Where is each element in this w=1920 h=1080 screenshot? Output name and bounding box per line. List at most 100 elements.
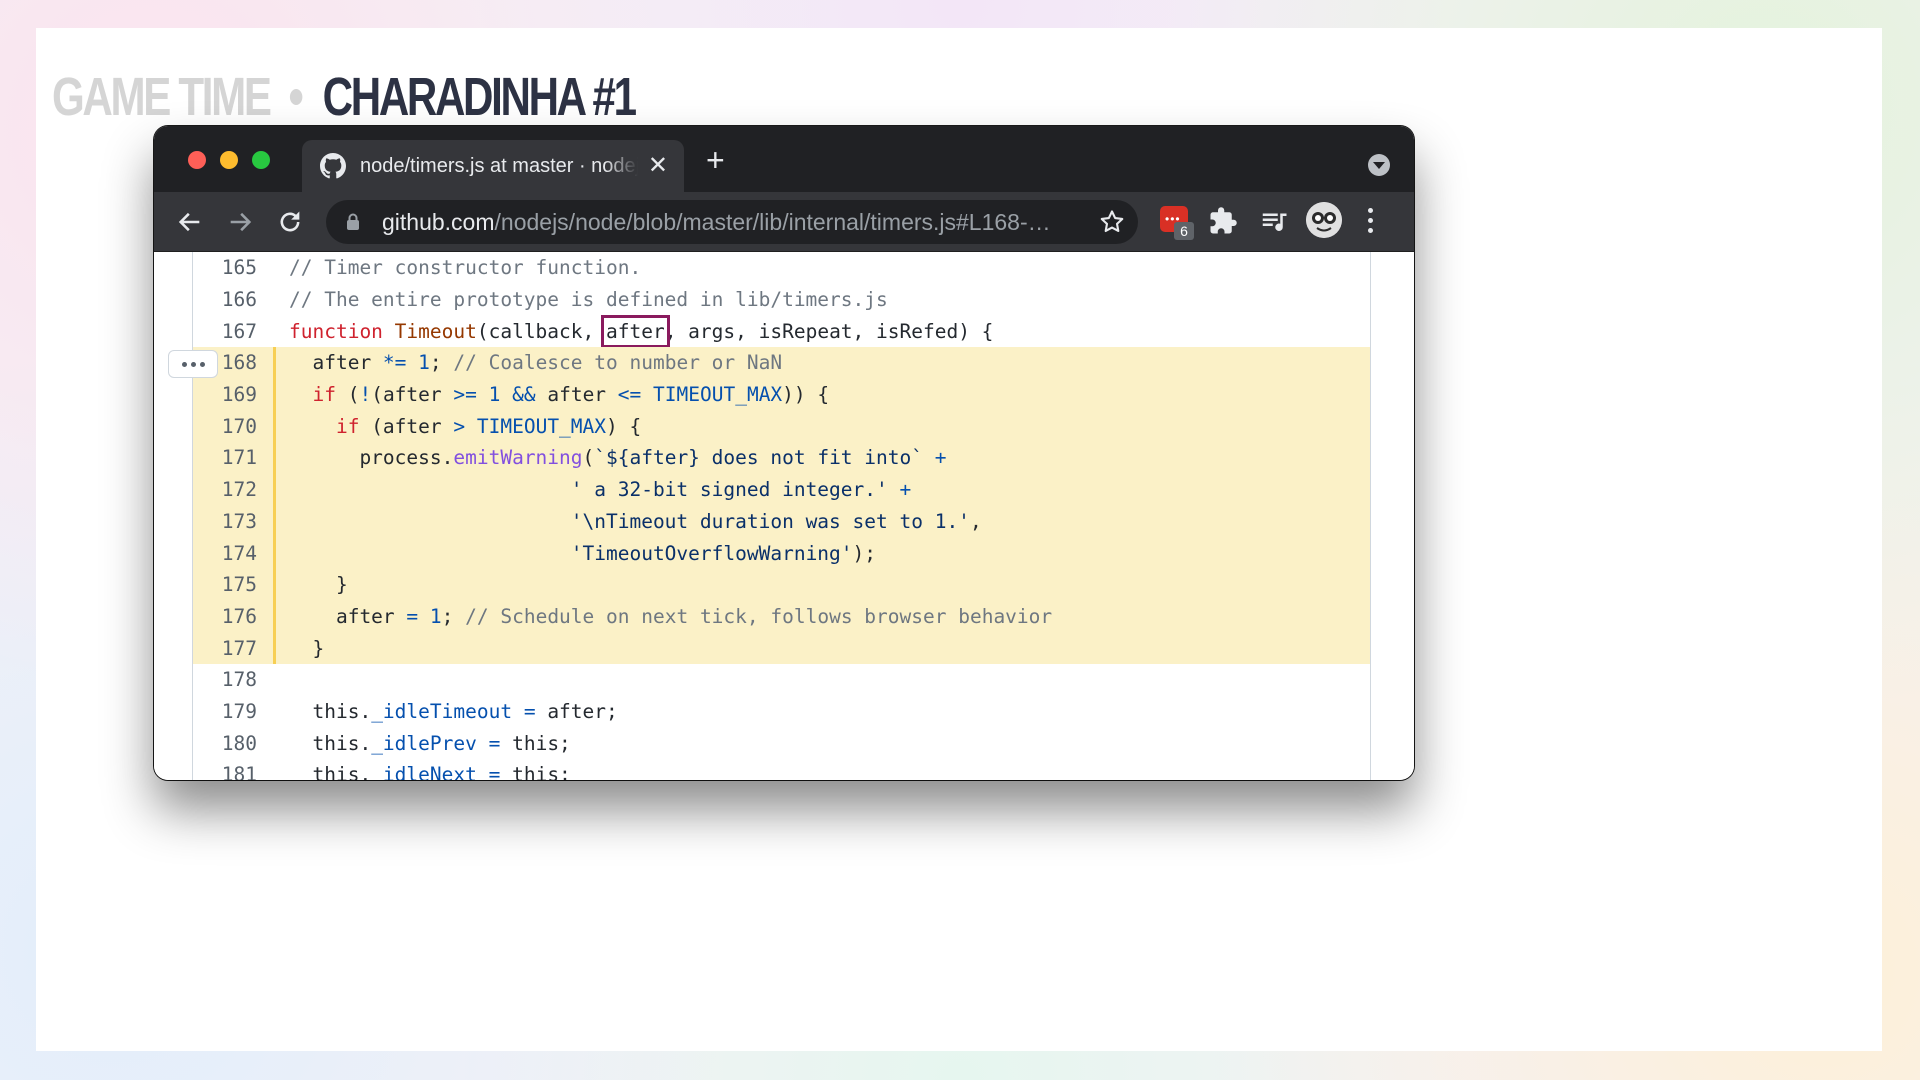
- line-number[interactable]: 180: [193, 732, 257, 755]
- code-token: TIMEOUT_MAX: [476, 414, 607, 438]
- profile-avatar[interactable]: [1306, 202, 1342, 238]
- media-queue-icon[interactable]: [1258, 206, 1290, 241]
- line-number[interactable]: 167: [193, 320, 257, 343]
- code-text: // The entire prototype is defined in li…: [289, 288, 888, 311]
- code-token: );: [852, 541, 877, 565]
- code-token: }: [289, 573, 348, 597]
- close-tab-icon[interactable]: ✕: [648, 154, 668, 178]
- code-token: 1: [418, 351, 430, 375]
- code-token: this;: [500, 763, 571, 780]
- code-token: ;: [441, 604, 466, 628]
- extensions-puzzle-icon[interactable]: [1208, 206, 1238, 241]
- close-window-button[interactable]: [188, 151, 206, 169]
- code-text: this._idlePrev = this;: [289, 731, 571, 755]
- code-text: 'TimeoutOverflowWarning');: [289, 542, 876, 565]
- title-separator-dot: [289, 89, 303, 105]
- code-text: }: [289, 573, 348, 596]
- new-tab-button[interactable]: +: [706, 144, 725, 176]
- browser-toolbar: github.com/nodejs/node/blob/master/lib/i…: [154, 192, 1414, 252]
- line-number[interactable]: 169: [193, 383, 257, 406]
- code-token: &&: [512, 383, 536, 407]
- code-token: (after: [359, 414, 454, 438]
- code-token: // Timer constructor function.: [289, 256, 642, 280]
- code-token: (after: [371, 383, 454, 407]
- url-host: github.com: [382, 208, 495, 235]
- line-actions-button[interactable]: [168, 350, 218, 378]
- line-number[interactable]: 174: [193, 542, 257, 565]
- reload-button[interactable]: [272, 204, 308, 240]
- code-text: after = 1; // Schedule on next tick, fol…: [289, 605, 1052, 628]
- code-token: 'TimeoutOverflowWarning': [570, 541, 853, 565]
- code-text: if (after > TIMEOUT_MAX) {: [289, 415, 641, 438]
- lock-icon[interactable]: [346, 213, 360, 231]
- code-text: this._idleNext = this;: [289, 763, 571, 780]
- line-number[interactable]: 181: [193, 763, 257, 780]
- code-token: // Schedule on next tick, follows browse…: [465, 604, 1053, 628]
- forward-button[interactable]: [222, 204, 258, 240]
- code-text: }: [289, 637, 324, 660]
- line-number[interactable]: 176: [193, 605, 257, 628]
- code-line: 175 }: [193, 568, 1370, 601]
- minimize-window-button[interactable]: [220, 151, 238, 169]
- line-number[interactable]: 178: [193, 668, 257, 691]
- code-token: <=: [617, 383, 642, 407]
- code-token: // The entire prototype is defined in li…: [289, 288, 888, 312]
- line-number[interactable]: 173: [193, 510, 257, 533]
- code-token: >: [453, 414, 466, 438]
- code-token: ;: [429, 351, 454, 375]
- maximize-window-button[interactable]: [252, 151, 270, 169]
- code-token: (: [582, 446, 595, 470]
- code-token: emitWarning: [453, 446, 583, 470]
- code-line: 173 '\nTimeout duration was set to 1.',: [193, 505, 1370, 538]
- line-number[interactable]: 172: [193, 478, 257, 501]
- code-token: >=: [453, 383, 477, 407]
- line-number[interactable]: 165: [193, 256, 257, 279]
- code-text: this._idleTimeout = after;: [289, 699, 618, 723]
- code-token: _idlePrev: [371, 731, 477, 755]
- code-line: 174 'TimeoutOverflowWarning');: [193, 537, 1370, 569]
- code-token: ,: [969, 509, 982, 533]
- code-token: this;: [500, 731, 571, 755]
- tab-search-icon[interactable]: [1368, 154, 1390, 176]
- code-token: +: [934, 446, 947, 470]
- line-number[interactable]: 166: [193, 288, 257, 311]
- code-token: =: [523, 699, 536, 723]
- line-number[interactable]: 175: [193, 573, 257, 596]
- browser-menu-icon[interactable]: [1368, 208, 1376, 238]
- code-token: _idleNext: [371, 763, 477, 780]
- back-button[interactable]: [172, 204, 208, 240]
- tab-title: node/timers.js at master · nodejs/node: [360, 154, 638, 177]
- tab-bar: node/timers.js at master · nodejs/node ✕…: [154, 126, 1414, 192]
- line-number[interactable]: 170: [193, 415, 257, 438]
- code-token: )) {: [782, 383, 830, 407]
- code-line: 169 if (!(after >= 1 && after <= TIMEOUT…: [193, 378, 1370, 411]
- code-token: ) {: [606, 414, 642, 438]
- code-token: after: [289, 351, 383, 375]
- code-line: 167 function Timeout(callback, after, arg…: [193, 314, 1370, 348]
- code-token: }: [289, 636, 325, 660]
- line-number[interactable]: 179: [193, 700, 257, 723]
- address-bar[interactable]: github.com/nodejs/node/blob/master/lib/i…: [326, 200, 1138, 244]
- line-number[interactable]: 171: [193, 446, 257, 469]
- extension-badge: 6: [1174, 222, 1194, 240]
- bookmark-star-icon[interactable]: [1098, 208, 1126, 236]
- active-tab[interactable]: node/timers.js at master · nodejs/node ✕: [302, 140, 684, 192]
- line-number[interactable]: 177: [193, 637, 257, 660]
- code-text: after *= 1; // Coalesce to number or NaN: [289, 351, 782, 374]
- code-line: 181 this._idleNext = this;: [193, 759, 1370, 780]
- code-token: // Coalesce to number or NaN: [453, 351, 783, 375]
- slide-main-title: CHARADINHA #1: [322, 67, 637, 127]
- code-token: if: [335, 414, 360, 438]
- highlighted-token: after: [601, 314, 670, 348]
- code-token: after;: [535, 699, 618, 723]
